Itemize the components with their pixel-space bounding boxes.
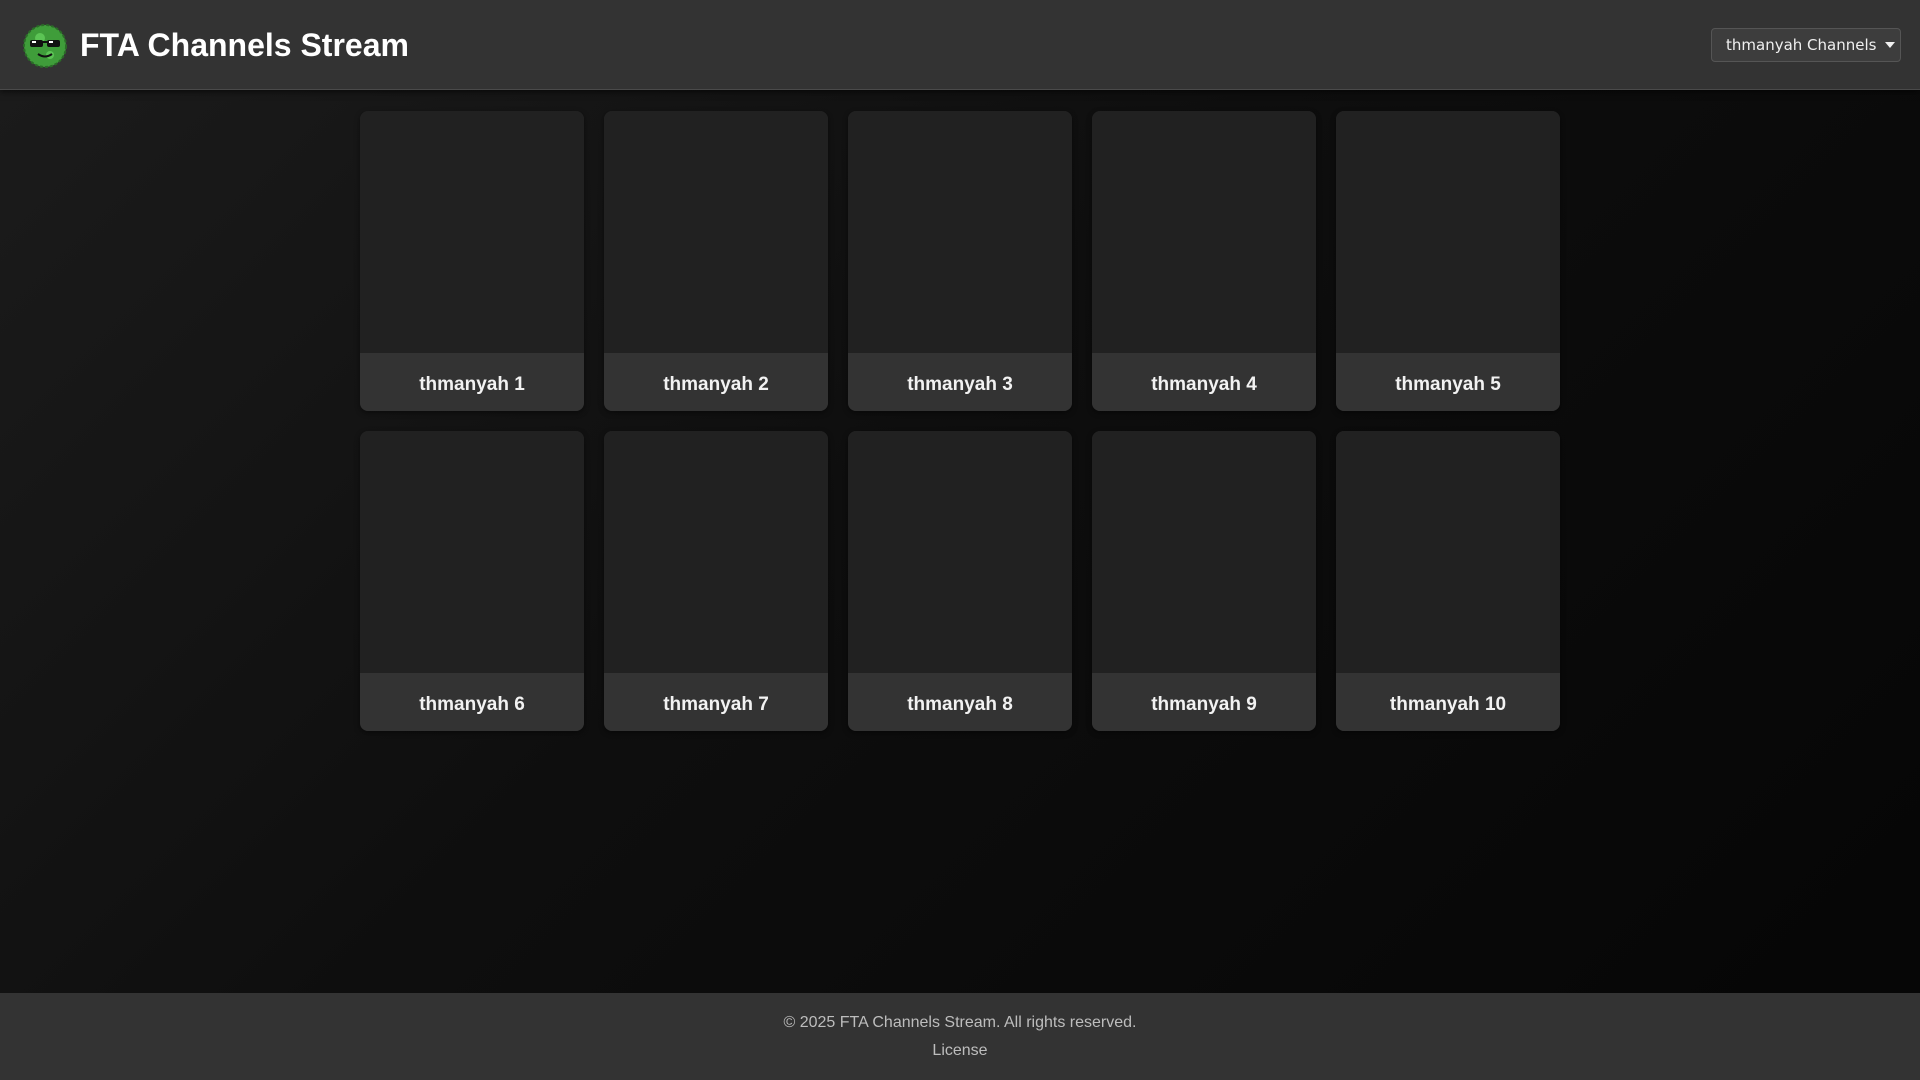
channel-thumbnail — [360, 431, 584, 673]
channel-card[interactable]: thmanyah 10 — [1336, 431, 1560, 731]
channel-name: thmanyah 9 — [1092, 673, 1316, 731]
channel-thumbnail — [360, 111, 584, 353]
channel-grid: thmanyah 1 thmanyah 2 thmanyah 3 thmanya… — [360, 111, 1560, 731]
channel-thumbnail — [848, 111, 1072, 353]
channel-card[interactable]: thmanyah 4 — [1092, 111, 1316, 411]
channel-thumbnail — [1092, 431, 1316, 673]
chevron-down-icon — [1885, 42, 1895, 48]
channel-thumbnail — [848, 431, 1072, 673]
channel-name: thmanyah 6 — [360, 673, 584, 731]
channel-name: thmanyah 2 — [604, 353, 828, 411]
page-title: FTA Channels Stream — [80, 27, 409, 63]
channel-card[interactable]: thmanyah 7 — [604, 431, 828, 731]
channel-card[interactable]: thmanyah 1 — [360, 111, 584, 411]
channel-name: thmanyah 8 — [848, 673, 1072, 731]
channel-name: thmanyah 10 — [1336, 673, 1560, 731]
app-header: FTA Channels Stream thmanyah Channels — [0, 0, 1920, 90]
sunglasses-face-logo-icon[interactable] — [22, 23, 68, 69]
channel-card[interactable]: thmanyah 5 — [1336, 111, 1560, 411]
channel-group-select-value: thmanyah Channels — [1726, 36, 1877, 54]
channel-thumbnail — [1336, 111, 1560, 353]
license-link[interactable]: License — [910, 1041, 1010, 1061]
copyright-text: © 2025 FTA Channels Stream. All rights r… — [783, 1014, 1137, 1031]
channel-thumbnail — [1092, 111, 1316, 353]
channel-card[interactable]: thmanyah 2 — [604, 111, 828, 411]
channel-name: thmanyah 3 — [848, 353, 1072, 411]
channel-group-select[interactable]: thmanyah Channels — [1711, 28, 1901, 62]
channel-card[interactable]: thmanyah 3 — [848, 111, 1072, 411]
channel-name: thmanyah 7 — [604, 673, 828, 731]
channel-name: thmanyah 1 — [360, 353, 584, 411]
channel-name: thmanyah 5 — [1336, 353, 1560, 411]
channel-card[interactable]: thmanyah 6 — [360, 431, 584, 731]
channel-name: thmanyah 4 — [1092, 353, 1316, 411]
app-footer: © 2025 FTA Channels Stream. All rights r… — [0, 993, 1920, 1080]
channel-thumbnail — [604, 431, 828, 673]
channel-thumbnail — [604, 111, 828, 353]
channel-thumbnail — [1336, 431, 1560, 673]
channel-card[interactable]: thmanyah 9 — [1092, 431, 1316, 731]
channel-card[interactable]: thmanyah 8 — [848, 431, 1072, 731]
